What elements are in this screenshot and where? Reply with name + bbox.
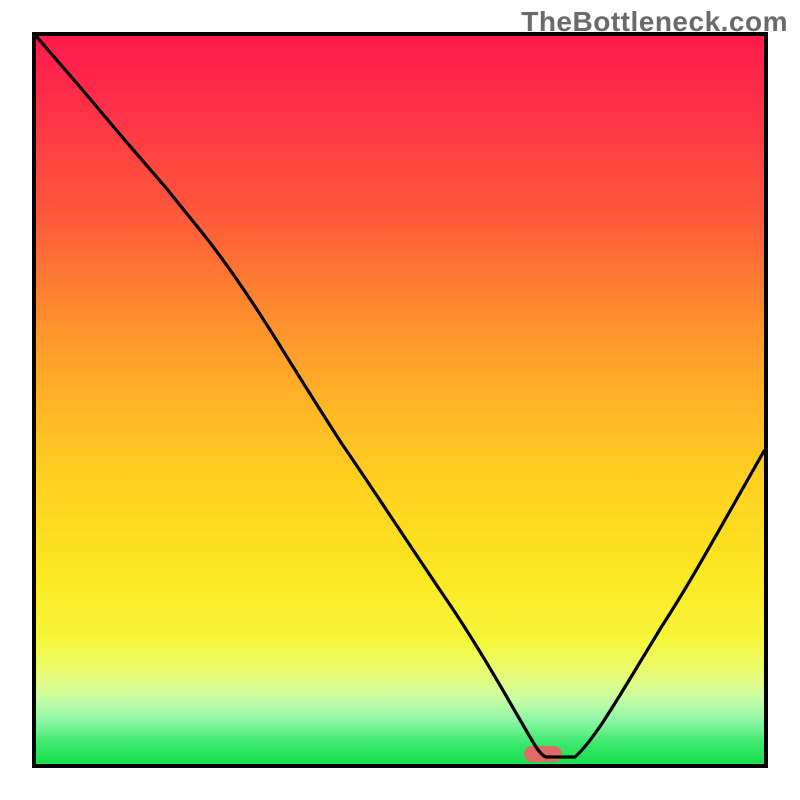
curve-overlay — [36, 36, 764, 764]
figure-container: TheBottleneck.com — [0, 0, 800, 800]
bottleneck-curve — [36, 36, 764, 757]
plot-area — [32, 32, 768, 768]
